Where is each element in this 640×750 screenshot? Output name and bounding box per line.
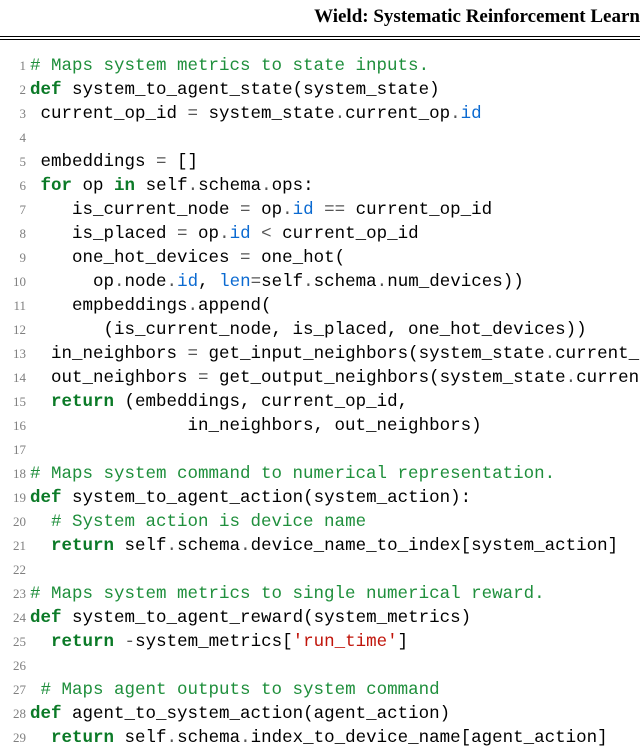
code-line: 13 in_neighbors = get_input_neighbors(sy… (0, 342, 634, 366)
code-text: return self.schema.device_name_to_index[… (30, 534, 618, 558)
line-number: 8 (0, 222, 26, 246)
code-text: return self.schema.index_to_device_name[… (30, 726, 608, 750)
code-line: 26 (0, 654, 634, 678)
code-line: 3 current_op_id = system_state.current_o… (0, 102, 634, 126)
line-number: 7 (0, 198, 26, 222)
code-line: 4 (0, 126, 634, 150)
line-number: 26 (0, 654, 26, 678)
line-number: 23 (0, 582, 26, 606)
code-text: in_neighbors = get_input_neighbors(syste… (30, 342, 640, 366)
code-line: 2def system_to_agent_state(system_state) (0, 78, 634, 102)
code-text: def system_to_agent_action(system_action… (30, 486, 471, 510)
line-number: 3 (0, 102, 26, 126)
line-number: 22 (0, 558, 26, 582)
line-number: 12 (0, 318, 26, 342)
line-number: 27 (0, 678, 26, 702)
line-number: 28 (0, 702, 26, 726)
code-text: out_neighbors = get_output_neighbors(sys… (30, 366, 640, 390)
code-line: 29 return self.schema.index_to_device_na… (0, 726, 634, 750)
line-number: 10 (0, 270, 26, 294)
line-number: 5 (0, 150, 26, 174)
line-number: 17 (0, 438, 26, 462)
line-number: 18 (0, 462, 26, 486)
code-text (30, 654, 41, 678)
code-line: 17 (0, 438, 634, 462)
code-line: 8 is_placed = op.id < current_op_id (0, 222, 634, 246)
code-line: 18# Maps system command to numerical rep… (0, 462, 634, 486)
code-text: return -system_metrics['run_time'] (30, 630, 408, 654)
line-number: 4 (0, 126, 26, 150)
code-line: 25 return -system_metrics['run_time'] (0, 630, 634, 654)
code-line: 19def system_to_agent_action(system_acti… (0, 486, 634, 510)
code-text: def agent_to_system_action(agent_action) (30, 702, 450, 726)
line-number: 25 (0, 630, 26, 654)
code-line: 28def agent_to_system_action(agent_actio… (0, 702, 634, 726)
line-number: 13 (0, 342, 26, 366)
code-line: 21 return self.schema.device_name_to_ind… (0, 534, 634, 558)
code-text (30, 558, 41, 582)
line-number: 15 (0, 390, 26, 414)
code-text: # System action is device name (30, 510, 366, 534)
line-number: 21 (0, 534, 26, 558)
line-number: 19 (0, 486, 26, 510)
code-line: 24def system_to_agent_reward(system_metr… (0, 606, 634, 630)
code-text: is_current_node = op.id == current_op_id (30, 198, 492, 222)
code-text: for op in self.schema.ops: (30, 174, 314, 198)
line-number: 29 (0, 726, 26, 750)
line-number: 2 (0, 78, 26, 102)
code-text: current_op_id = system_state.current_op.… (30, 102, 482, 126)
code-line: 10 op.node.id, len=self.schema.num_devic… (0, 270, 634, 294)
line-number: 16 (0, 414, 26, 438)
code-text: def system_to_agent_state(system_state) (30, 78, 440, 102)
code-text (30, 438, 41, 462)
line-number: 9 (0, 246, 26, 270)
line-number: 20 (0, 510, 26, 534)
code-text: is_placed = op.id < current_op_id (30, 222, 419, 246)
code-text: embeddings = [] (30, 150, 198, 174)
code-line: 15 return (embeddings, current_op_id, (0, 390, 634, 414)
code-line: 14 out_neighbors = get_output_neighbors(… (0, 366, 634, 390)
line-number: 6 (0, 174, 26, 198)
code-text: return (embeddings, current_op_id, (30, 390, 408, 414)
code-line: 12 (is_current_node, is_placed, one_hot_… (0, 318, 634, 342)
code-line: 11 empbeddings.append( (0, 294, 634, 318)
code-line: 6 for op in self.schema.ops: (0, 174, 634, 198)
code-text: # Maps system command to numerical repre… (30, 462, 555, 486)
line-number: 11 (0, 294, 26, 318)
code-text: empbeddings.append( (30, 294, 272, 318)
line-number: 14 (0, 366, 26, 390)
code-line: 20 # System action is device name (0, 510, 634, 534)
code-text: # Maps system metrics to state inputs. (30, 54, 429, 78)
line-number: 1 (0, 54, 26, 78)
divider (0, 36, 640, 37)
code-text: def system_to_agent_reward(system_metric… (30, 606, 471, 630)
code-line: 16 in_neighbors, out_neighbors) (0, 414, 634, 438)
code-line: 7 is_current_node = op.id == current_op_… (0, 198, 634, 222)
code-line: 1# Maps system metrics to state inputs. (0, 54, 634, 78)
code-text: one_hot_devices = one_hot( (30, 246, 345, 270)
code-line: 22 (0, 558, 634, 582)
code-line: 27 # Maps agent outputs to system comman… (0, 678, 634, 702)
code-text: in_neighbors, out_neighbors) (30, 414, 482, 438)
code-text: # Maps system metrics to single numerica… (30, 582, 545, 606)
code-listing: 1# Maps system metrics to state inputs.2… (0, 54, 640, 750)
line-number: 24 (0, 606, 26, 630)
code-text: op.node.id, len=self.schema.num_devices)… (30, 270, 524, 294)
code-line: 5 embeddings = [] (0, 150, 634, 174)
code-text (30, 126, 41, 150)
code-line: 23# Maps system metrics to single numeri… (0, 582, 634, 606)
page-title: Wield: Systematic Reinforcement Learn (0, 0, 640, 32)
divider (0, 39, 640, 40)
code-line: 9 one_hot_devices = one_hot( (0, 246, 634, 270)
code-text: (is_current_node, is_placed, one_hot_dev… (30, 318, 587, 342)
code-text: # Maps agent outputs to system command (30, 678, 440, 702)
